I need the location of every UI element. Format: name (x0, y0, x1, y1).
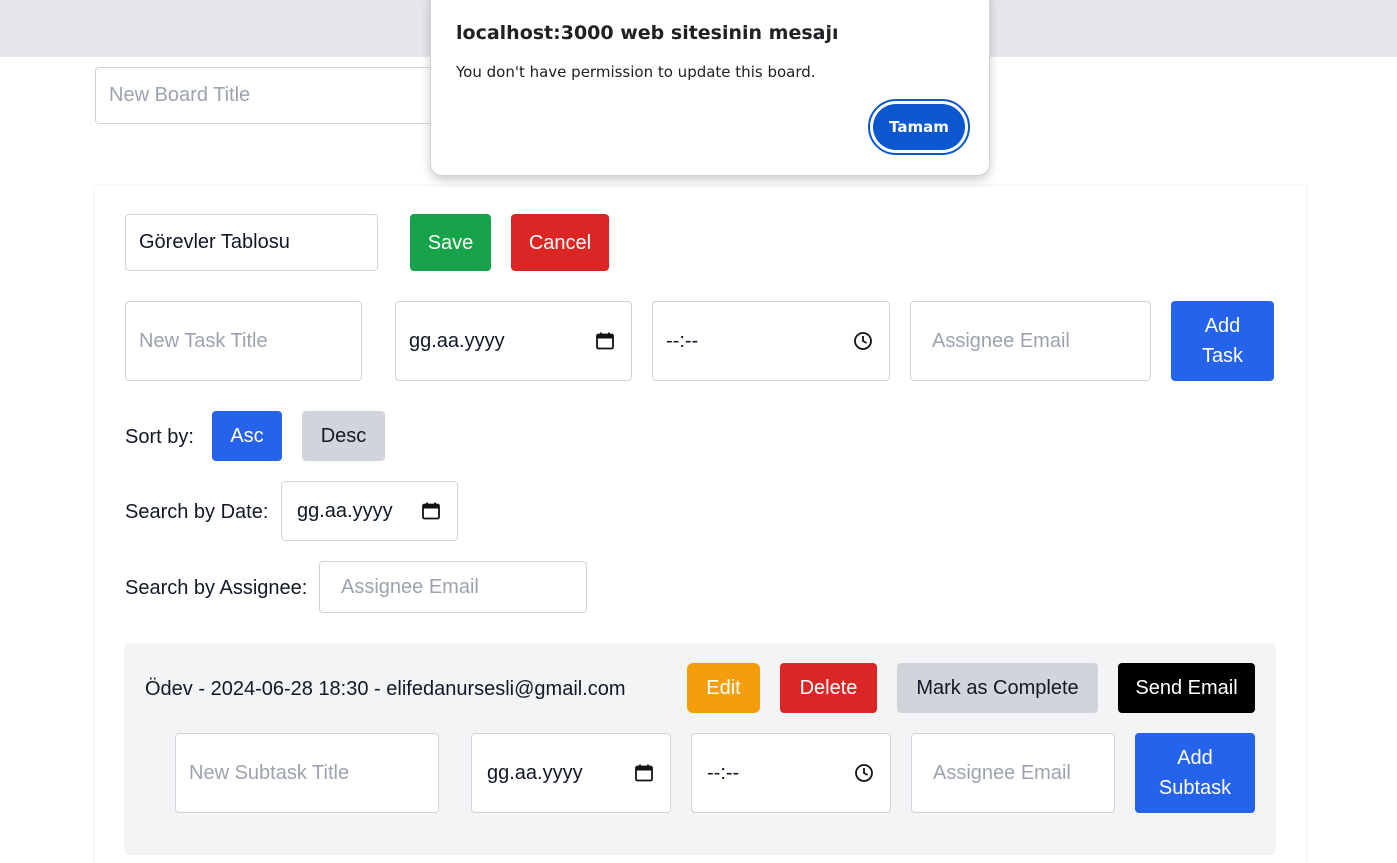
new-subtask-assignee-input[interactable]: Assignee Email (911, 733, 1115, 813)
send-email-button[interactable]: Send Email (1118, 663, 1255, 713)
alert-ok-button[interactable]: Tamam (868, 99, 970, 155)
mark-complete-button[interactable]: Mark as Complete (897, 663, 1098, 713)
new-subtask-time-input[interactable]: --:-- (691, 733, 891, 813)
delete-task-button[interactable]: Delete (780, 663, 877, 713)
save-button[interactable]: Save (410, 214, 491, 271)
search-date-label: Search by Date: (125, 501, 269, 523)
new-subtask-time-placeholder: --:-- (707, 761, 740, 784)
search-date-placeholder: gg.aa.yyyy (297, 499, 393, 522)
new-board-title-placeholder: New Board Title (109, 84, 251, 106)
new-subtask-date-placeholder: gg.aa.yyyy (487, 761, 583, 784)
new-subtask-title-placeholder: New Subtask Title (189, 761, 350, 784)
alert-dialog-title: localhost:3000 web sitesinin mesajı (456, 22, 839, 44)
new-subtask-title-input[interactable]: New Subtask Title (175, 733, 439, 813)
clock-icon[interactable] (853, 331, 873, 351)
sort-asc-button[interactable]: Asc (212, 411, 282, 461)
new-task-date-input[interactable]: gg.aa.yyyy (395, 301, 632, 381)
new-subtask-assignee-placeholder: Assignee Email (933, 761, 1071, 784)
calendar-icon[interactable] (634, 763, 654, 783)
search-assignee-placeholder: Assignee Email (341, 575, 479, 598)
new-board-title-input[interactable]: New Board Title (95, 67, 440, 124)
sort-label: Sort by: (125, 426, 194, 448)
clock-icon[interactable] (854, 763, 874, 783)
new-task-time-placeholder: --:-- (666, 329, 699, 352)
calendar-icon[interactable] (421, 501, 441, 521)
board-title-value: Görevler Tablosu (139, 231, 290, 253)
new-task-title-input[interactable]: New Task Title (125, 301, 362, 381)
search-assignee-label: Search by Assignee: (125, 577, 308, 599)
new-task-time-input[interactable]: --:-- (652, 301, 890, 381)
new-task-assignee-placeholder: Assignee Email (932, 329, 1070, 352)
new-task-date-placeholder: gg.aa.yyyy (409, 329, 505, 352)
alert-ok-label: Tamam (873, 104, 965, 150)
add-task-button[interactable]: Add Task (1171, 301, 1274, 381)
sort-desc-button[interactable]: Desc (302, 411, 385, 461)
calendar-icon[interactable] (595, 331, 615, 351)
new-task-title-placeholder: New Task Title (139, 329, 268, 352)
new-subtask-date-input[interactable]: gg.aa.yyyy (471, 733, 671, 813)
cancel-button[interactable]: Cancel (511, 214, 609, 271)
alert-dialog: localhost:3000 web sitesinin mesajı You … (430, 0, 990, 176)
search-date-input[interactable]: gg.aa.yyyy (281, 481, 458, 541)
board-title-edit-input[interactable]: Görevler Tablosu (125, 214, 378, 271)
add-subtask-button[interactable]: Add Subtask (1135, 733, 1255, 813)
edit-task-button[interactable]: Edit (687, 663, 760, 713)
alert-dialog-message: You don't have permission to update this… (456, 63, 816, 81)
new-task-assignee-input[interactable]: Assignee Email (910, 301, 1151, 381)
task-summary: Ödev - 2024-06-28 18:30 - elifedanursesl… (145, 678, 626, 700)
search-assignee-input[interactable]: Assignee Email (319, 561, 587, 613)
